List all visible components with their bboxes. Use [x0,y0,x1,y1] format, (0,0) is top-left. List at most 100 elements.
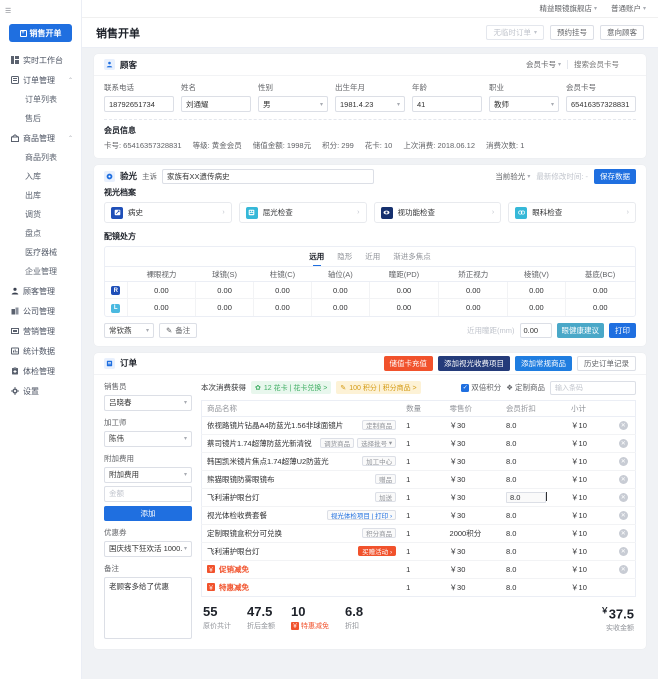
customer-search-type-select[interactable]: 会员卡号 ▾ [526,59,561,70]
discount-cell[interactable]: 8.0 [500,452,567,471]
delete-icon[interactable]: ✕ [618,475,628,485]
sidebar-item-enterprise-management[interactable]: 企业管理 [0,262,81,281]
goods-tag[interactable]: 加工中心 [362,456,397,466]
batch-select-tag[interactable]: 选择批号 ▾ [357,438,397,448]
archive-card-history[interactable]: 病史 › [104,202,232,223]
discount-cell[interactable]: 8.0 [500,542,567,561]
intent-customer-button[interactable]: 意向顾客 [600,25,644,40]
rx-cell[interactable]: 0.00 [195,281,254,299]
gift-activity-tag[interactable]: 买赠活动 › [358,546,397,556]
recharge-button[interactable]: 储值卡充值 [383,355,433,371]
qty-cell[interactable]: 1 [401,488,445,507]
extra-fee-select[interactable]: 附加费用 ▾ [104,466,192,483]
sidebar-item-order-management[interactable]: 订单管理 ⌃ [0,70,81,90]
qty-cell[interactable]: 1 [401,506,445,525]
goods-tag[interactable]: 加送 [375,492,397,502]
order-history-button[interactable]: 历史订单记录 [577,355,636,371]
delete-icon[interactable]: ✕ [618,511,628,521]
age-input-wrap[interactable] [412,96,482,112]
qty-cell[interactable]: 1 [401,560,445,579]
delete-icon[interactable]: ✕ [618,421,628,431]
qty-cell[interactable]: 1 [401,578,444,596]
archive-card-refraction[interactable]: 屈光检查 › [238,202,367,223]
current-optometry-select[interactable]: 当前验光 ▾ [495,171,530,182]
tab-distance[interactable]: 远用 [309,251,324,262]
sidebar-item-goods-list[interactable]: 商品列表 [0,148,81,167]
add-goods-button[interactable]: 添加常规商品 [515,355,572,371]
rx-cell[interactable]: 0.00 [253,298,313,316]
sidebar-item-medical-devices[interactable]: 医疗器械 [0,243,81,262]
content-scroll[interactable]: 顾客 会员卡号 ▾ 联系电话 [82,48,658,679]
delete-icon[interactable]: ✕ [618,565,628,575]
archive-card-eye-exam[interactable]: 眼科检查 › [508,202,636,223]
add-optometry-fee-button[interactable]: 添加视光收费项目 [438,355,510,371]
goods-tag[interactable]: 调货商品 [320,438,355,448]
sidebar-item-company-management[interactable]: 公司管理 [0,301,81,321]
rx-cell[interactable]: 0.00 [127,281,197,299]
sidebar-item-goods-management[interactable]: 商品管理 ⌃ [0,128,81,148]
custom-goods-button[interactable]: ❖ 定制商品 [506,382,545,393]
barcode-input[interactable]: 输入条码 [550,380,636,395]
goods-tag[interactable]: 赠品 [375,474,397,484]
rx-cell[interactable]: 0.00 [565,299,635,316]
sidebar-item-stock-out[interactable]: 出库 [0,186,81,205]
rx-cell[interactable]: 0.00 [507,281,566,299]
qty-cell[interactable]: 1 [401,434,445,453]
appointment-button[interactable]: 预约挂号 [550,25,594,40]
health-advice-button[interactable]: 眼健康建议 [556,322,604,338]
rx-cell[interactable]: 0.00 [438,298,509,316]
sidebar-item-stock-in[interactable]: 入库 [0,167,81,186]
discount-cell[interactable]: 8.0 [500,560,567,579]
temp-order-dropdown[interactable]: 无临时订单 ▾ [486,25,544,40]
delete-icon[interactable]: ✕ [618,547,628,557]
delete-icon[interactable]: ✕ [618,457,628,467]
phone-input-wrap[interactable] [104,96,174,112]
order-remark-textarea[interactable] [104,576,192,639]
qty-cell[interactable]: 1 [401,542,445,561]
qty-cell[interactable]: 1 [401,416,445,435]
qty-cell[interactable]: 1 [401,452,445,471]
salesperson-select[interactable]: 吕晓春 ▾ [104,394,192,411]
prescription-remark-button[interactable]: ✎ 备注 [159,322,198,338]
customer-search-input[interactable] [574,60,636,69]
age-input[interactable] [417,99,477,109]
goods-tag[interactable]: 积分商品 [362,528,397,538]
double-points-checkbox[interactable]: ✓ 双倍积分 [461,382,501,393]
sidebar-item-marketing-management[interactable]: 营销管理 [0,321,81,341]
rx-cell[interactable]: 0.00 [311,298,370,316]
delete-icon[interactable]: ✕ [618,439,628,449]
tab-contact-lens[interactable]: 隐形 [337,251,352,262]
phone-input[interactable] [109,99,169,109]
save-data-button[interactable]: 保存数据 [594,168,636,184]
coupon-select[interactable]: 国庆线下狂欢活 1000... ▾ [104,540,192,557]
sidebar-item-aftersales[interactable]: 售后 [0,109,81,128]
rx-cell[interactable]: 0.00 [565,281,635,299]
delete-icon[interactable]: ✕ [618,529,628,539]
near-pd-input[interactable]: 0.00 [519,322,552,338]
discount-cell[interactable]: 8.0 [500,434,567,453]
sidebar-item-health-check[interactable]: 体检管理 [0,361,81,381]
store-selector[interactable]: 精益眼镜旗舰店 ▾ [539,3,597,14]
sidebar-item-settings[interactable]: 设置 [0,381,81,401]
rx-cell[interactable]: 0.00 [369,298,440,316]
goods-tag[interactable]: 定制商品 [362,420,397,430]
rx-cell[interactable]: 0.00 [438,281,509,299]
discount-edit-input[interactable]: 8.0 [505,491,546,503]
gender-select[interactable]: 男 ▾ [258,96,328,112]
discount-cell[interactable]: 8.0 [500,416,567,435]
delete-icon[interactable]: ✕ [618,493,628,503]
flower-card-pill[interactable]: ✿ 12 花卡 | 花卡兑换 > [251,381,332,394]
add-extra-fee-button[interactable]: 添加 [104,505,192,521]
discount-cell[interactable]: 8.0 [500,524,567,543]
sidebar-item-inventory-check[interactable]: 盘点 [0,224,81,243]
optometrist-select[interactable]: 常钦燕 ▾ [104,322,154,338]
print-button[interactable]: 打印 [609,322,636,338]
birthdate-select[interactable]: 1981.4.23 ▾ [335,96,405,112]
qty-cell[interactable]: 1 [401,524,445,543]
discount-cell[interactable]: 8.0 [500,506,567,525]
optometry-item-print-tag[interactable]: 视光体检项目 | 打印 › [326,510,397,520]
discount-cell[interactable]: 8.0 [500,488,567,507]
sidebar-item-transfer[interactable]: 调货 [0,205,81,224]
sidebar-new-order-button[interactable]: + 销售开单 [9,24,72,42]
points-pill[interactable]: ✎ 100 积分 | 积分商品 > [336,381,421,394]
